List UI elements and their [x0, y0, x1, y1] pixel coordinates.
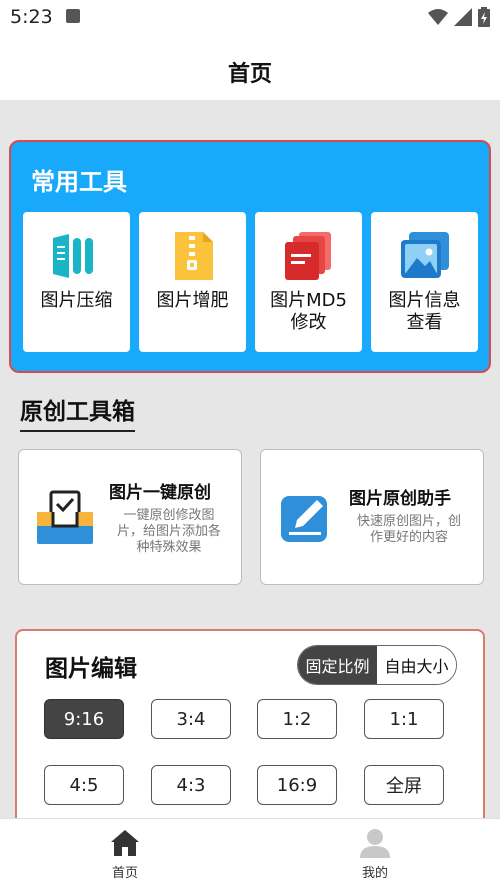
notification-icon: [66, 9, 80, 23]
signal-icon: [454, 8, 472, 26]
compress-icon: [53, 234, 93, 278]
status-time: 5:23: [10, 6, 53, 28]
ratio-button[interactable]: 4:3: [151, 765, 231, 805]
app-bar: 首页: [0, 34, 500, 100]
battery-icon: [478, 7, 490, 27]
status-icons: [428, 6, 490, 28]
bottom-nav: 首页 我的: [0, 818, 500, 888]
tool-enlarge[interactable]: 图片增肥: [139, 212, 246, 352]
tool-label: 图片增肥: [156, 290, 229, 311]
ratio-button[interactable]: 16:9: [257, 765, 337, 805]
ratio-button[interactable]: 1:2: [257, 699, 337, 739]
inbox-document-icon: [37, 490, 93, 544]
card-description: 一键原创修改图 片，给图片添加各 种特殊效果: [116, 508, 221, 555]
mode-toggle: 固定比例 自由大小: [297, 645, 457, 685]
ratio-button[interactable]: 4:5: [44, 765, 124, 805]
section-title-original-toolbox: 原创工具箱: [20, 392, 135, 432]
nav-item-home[interactable]: 首页: [75, 827, 175, 881]
tool-info[interactable]: 图片信息 查看: [371, 212, 478, 352]
page-title: 首页: [227, 62, 272, 87]
nav-item-mine[interactable]: 我的: [325, 827, 425, 881]
tool-compress[interactable]: 图片压缩: [23, 212, 130, 352]
card-title: 图片一键原创: [109, 483, 211, 503]
user-icon: [360, 829, 390, 858]
ratio-button[interactable]: 3:4: [151, 699, 231, 739]
image-info-icon: [401, 232, 449, 278]
tool-label: 图片MD5 修改: [270, 290, 347, 333]
home-icon: [111, 830, 139, 856]
nav-label: 首页: [111, 866, 138, 881]
mode-fixed-ratio[interactable]: 固定比例: [298, 646, 377, 684]
tool-label: 图片压缩: [40, 290, 113, 311]
pen-edit-icon: [281, 496, 327, 542]
common-tools-title: 常用工具: [31, 168, 127, 196]
zip-file-icon: [175, 232, 213, 280]
ratio-button[interactable]: 1:1: [364, 699, 444, 739]
mode-free-size[interactable]: 自由大小: [377, 646, 456, 684]
card-title: 图片原创助手: [349, 489, 451, 509]
ratio-button[interactable]: 9:16: [44, 699, 124, 739]
tool-md5[interactable]: 图片MD5 修改: [255, 212, 362, 352]
status-bar: 5:23: [0, 0, 500, 34]
common-tools-card: 常用工具 图片压缩 图片增肥 图片MD5 修改 图片信息 查看: [9, 140, 491, 373]
original-assistant-card[interactable]: 图片原创助手 快速原创图片，创 作更好的内容: [260, 449, 484, 585]
image-edit-title: 图片编辑: [45, 656, 137, 682]
tool-label: 图片信息 查看: [388, 290, 461, 333]
one-click-original-card[interactable]: 图片一键原创 一键原创修改图 片，给图片添加各 种特殊效果: [18, 449, 242, 585]
nav-label: 我的: [361, 866, 388, 881]
ratio-button[interactable]: 全屏: [364, 765, 444, 805]
md5-files-icon: [285, 232, 331, 280]
wifi-icon: [428, 9, 448, 25]
card-description: 快速原创图片，创 作更好的内容: [356, 514, 461, 545]
